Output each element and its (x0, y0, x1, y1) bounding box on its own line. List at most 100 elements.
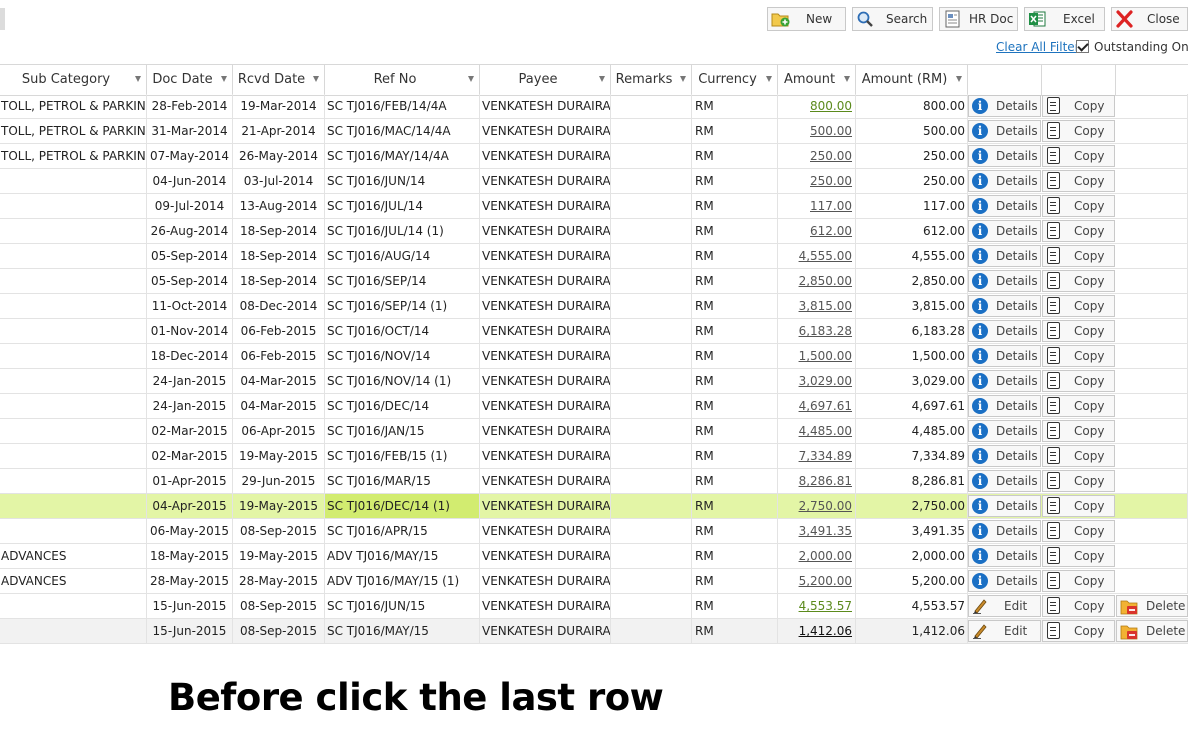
amount-link[interactable]: 4,555.00 (799, 249, 852, 263)
filter-icon[interactable] (221, 76, 227, 82)
amount-link[interactable]: 3,815.00 (799, 299, 852, 313)
col-header-currency[interactable]: Currency (692, 65, 778, 95)
copy-button[interactable]: Copy (1042, 195, 1115, 217)
table-row[interactable]: TOLL, PETROL & PARKING 07-May-2014 26-May-… (0, 144, 1188, 169)
clear-all-filter-link[interactable]: Clear All Filter (996, 40, 1080, 54)
col-header-sub-category[interactable]: Sub Category (0, 65, 147, 95)
amount-link[interactable]: 4,697.61 (799, 399, 852, 413)
details-button[interactable]: Details (968, 320, 1041, 342)
table-row[interactable]: 15-Jun-2015 08-Sep-2015 SC TJ016/MAY/15 VEN… (0, 619, 1188, 644)
amount-link[interactable]: 1,412.06 (799, 624, 852, 638)
table-row[interactable]: 01-Nov-2014 06-Feb-2015 SC TJ016/OCT/14 VEN… (0, 319, 1188, 344)
filter-icon[interactable] (599, 76, 605, 82)
copy-button[interactable]: Copy (1042, 370, 1115, 392)
copy-button[interactable]: Copy (1042, 620, 1115, 642)
details-button[interactable]: Details (968, 170, 1041, 192)
filter-icon[interactable] (468, 76, 474, 82)
filter-icon[interactable] (766, 76, 772, 82)
col-header-payee[interactable]: Payee (480, 65, 611, 95)
details-button[interactable]: Details (968, 545, 1041, 567)
amount-link[interactable]: 250.00 (810, 174, 852, 188)
details-button[interactable]: Details (968, 420, 1041, 442)
copy-button[interactable]: Copy (1042, 245, 1115, 267)
details-button[interactable]: Details (968, 445, 1041, 467)
table-row[interactable]: 05-Sep-2014 18-Sep-2014 SC TJ016/AUG/14 VEN… (0, 244, 1188, 269)
delete-button[interactable]: Delete (1116, 595, 1188, 617)
amount-link[interactable]: 4,485.00 (799, 424, 852, 438)
edit-button[interactable]: Edit (968, 595, 1041, 617)
amount-link[interactable]: 5,200.00 (799, 574, 852, 588)
details-button[interactable]: Details (968, 520, 1041, 542)
amount-link[interactable]: 117.00 (810, 199, 852, 213)
table-row[interactable]: 04-Jun-2014 03-Jul-2014 SC TJ016/JUN/14 VEN… (0, 169, 1188, 194)
filter-icon[interactable] (680, 76, 686, 82)
table-row[interactable]: 26-Aug-2014 18-Sep-2014 SC TJ016/JUL/14 (1… (0, 219, 1188, 244)
amount-link[interactable]: 7,334.89 (799, 449, 852, 463)
filter-icon[interactable] (313, 76, 319, 82)
filter-icon[interactable] (956, 76, 962, 82)
col-header-remarks[interactable]: Remarks (611, 65, 692, 95)
copy-button[interactable]: Copy (1042, 170, 1115, 192)
details-button[interactable]: Details (968, 370, 1041, 392)
amount-link[interactable]: 612.00 (810, 224, 852, 238)
amount-link[interactable]: 6,183.28 (799, 324, 852, 338)
details-button[interactable]: Details (968, 395, 1041, 417)
amount-link[interactable]: 4,553.57 (799, 599, 852, 613)
copy-button[interactable]: Copy (1042, 320, 1115, 342)
copy-button[interactable]: Copy (1042, 495, 1115, 517)
details-button[interactable]: Details (968, 295, 1041, 317)
details-button[interactable]: Details (968, 145, 1041, 167)
copy-button[interactable]: Copy (1042, 145, 1115, 167)
details-button[interactable]: Details (968, 195, 1041, 217)
col-header-rcvd-date[interactable]: Rcvd Date (233, 65, 325, 95)
copy-button[interactable]: Copy (1042, 545, 1115, 567)
amount-link[interactable]: 3,491.35 (799, 524, 852, 538)
amount-link[interactable]: 1,500.00 (799, 349, 852, 363)
details-button[interactable]: Details (968, 245, 1041, 267)
amount-link[interactable]: 250.00 (810, 149, 852, 163)
table-row[interactable]: 05-Sep-2014 18-Sep-2014 SC TJ016/SEP/14 VEN… (0, 269, 1188, 294)
amount-link[interactable]: 2,000.00 (799, 549, 852, 563)
table-row[interactable]: 02-Mar-2015 19-May-2015 SC TJ016/FEB/15 (1… (0, 444, 1188, 469)
table-row[interactable]: 06-May-2015 08-Sep-2015 SC TJ016/APR/15 VEN… (0, 519, 1188, 544)
edit-button[interactable]: Edit (968, 620, 1041, 642)
copy-button[interactable]: Copy (1042, 520, 1115, 542)
copy-button[interactable]: Copy (1042, 120, 1115, 142)
table-row[interactable]: 02-Mar-2015 06-Apr-2015 SC TJ016/JAN/15 VEN… (0, 419, 1188, 444)
new-button[interactable]: New (767, 7, 846, 31)
hr-doc-button[interactable]: HR Doc (939, 7, 1018, 31)
amount-link[interactable]: 8,286.81 (799, 474, 852, 488)
copy-button[interactable]: Copy (1042, 470, 1115, 492)
outstanding-only-checkbox[interactable] (1076, 40, 1089, 53)
table-row-selected[interactable]: 04-Apr-2015 19-May-2015 SC TJ016/DEC/14 (1… (0, 494, 1188, 519)
details-button[interactable]: Details (968, 345, 1041, 367)
amount-link[interactable]: 3,029.00 (799, 374, 852, 388)
copy-button[interactable]: Copy (1042, 95, 1115, 117)
table-row[interactable]: ADVANCES 28-May-2015 28-May-2015 ADV TJ016/… (0, 569, 1188, 594)
table-row[interactable]: 09-Jul-2014 13-Aug-2014 SC TJ016/JUL/14 VEN… (0, 194, 1188, 219)
copy-button[interactable]: Copy (1042, 345, 1115, 367)
table-row[interactable]: 18-Dec-2014 06-Feb-2015 SC TJ016/NOV/14 VEN… (0, 344, 1188, 369)
copy-button[interactable]: Copy (1042, 270, 1115, 292)
excel-button[interactable]: Excel (1024, 7, 1105, 31)
amount-link[interactable]: 2,750.00 (799, 499, 852, 513)
details-button[interactable]: Details (968, 470, 1041, 492)
table-row[interactable]: 24-Jan-2015 04-Mar-2015 SC TJ016/NOV/14 (1… (0, 369, 1188, 394)
col-header-ref-no[interactable]: Ref No (325, 65, 480, 95)
table-row[interactable]: TOLL, PETROL & PARKING 31-Mar-2014 21-Apr-… (0, 119, 1188, 144)
table-row[interactable]: 15-Jun-2015 08-Sep-2015 SC TJ016/JUN/15 VEN… (0, 594, 1188, 619)
copy-button[interactable]: Copy (1042, 220, 1115, 242)
search-button[interactable]: Search (852, 7, 933, 31)
amount-link[interactable]: 800.00 (810, 99, 852, 113)
filter-icon[interactable] (135, 76, 141, 82)
col-header-doc-date[interactable]: Doc Date (147, 65, 233, 95)
table-row[interactable]: ADVANCES 18-May-2015 19-May-2015 ADV TJ016/… (0, 544, 1188, 569)
copy-button[interactable]: Copy (1042, 595, 1115, 617)
details-button[interactable]: Details (968, 95, 1041, 117)
details-button[interactable]: Details (968, 270, 1041, 292)
table-row[interactable]: 11-Oct-2014 08-Dec-2014 SC TJ016/SEP/14 (1… (0, 294, 1188, 319)
amount-link[interactable]: 500.00 (810, 124, 852, 138)
details-button[interactable]: Details (968, 220, 1041, 242)
close-button[interactable]: Close (1111, 7, 1188, 31)
details-button[interactable]: Details (968, 120, 1041, 142)
